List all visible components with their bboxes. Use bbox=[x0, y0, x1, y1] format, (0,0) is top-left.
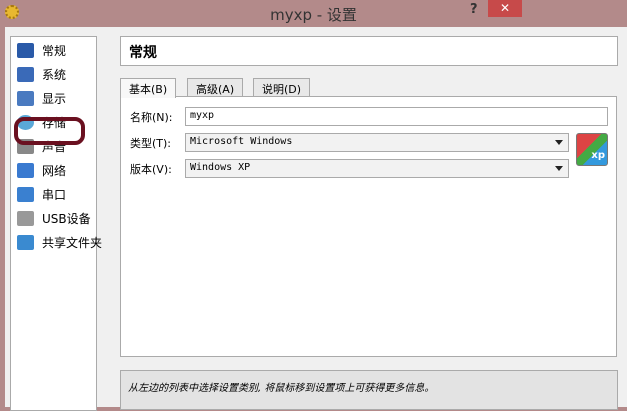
sidebar-item-label: USB设备 bbox=[42, 210, 91, 227]
window-title: myxp - 设置 bbox=[0, 4, 627, 25]
windows-xp-icon: xp bbox=[576, 133, 608, 166]
highlight-annotation bbox=[14, 117, 85, 145]
version-label: 版本(V): bbox=[130, 161, 172, 177]
sidebar-item-0[interactable]: 常规 bbox=[17, 40, 66, 60]
type-select[interactable]: Microsoft Windows bbox=[185, 133, 569, 152]
version-select[interactable]: Windows XP bbox=[185, 159, 569, 178]
network-icon bbox=[17, 163, 34, 178]
sidebar-item-7[interactable]: USB设备 bbox=[17, 208, 91, 228]
sidebar-item-5[interactable]: 网络 bbox=[17, 160, 66, 180]
sidebar-item-6[interactable]: 串口 bbox=[17, 184, 66, 204]
chevron-down-icon bbox=[555, 166, 563, 171]
chip-icon bbox=[17, 67, 34, 82]
display-icon bbox=[17, 91, 34, 106]
sidebar-item-label: 共享文件夹 bbox=[42, 234, 102, 251]
tab-description[interactable]: 说明(D) bbox=[253, 78, 310, 97]
sidebar-item-label: 网络 bbox=[42, 162, 66, 179]
version-value: Windows XP bbox=[190, 162, 250, 173]
type-value: Microsoft Windows bbox=[190, 136, 292, 147]
sidebar-item-label: 系统 bbox=[42, 66, 66, 83]
category-list: 共享文件夹USB设备串口网络声音存储显示系统常规 bbox=[10, 36, 97, 411]
close-button[interactable]: ✕ bbox=[488, 0, 522, 17]
tab-panel: 名称(N): myxp 类型(T): Microsoft Windows 版本(… bbox=[120, 96, 617, 357]
tab-advanced[interactable]: 高级(A) bbox=[187, 78, 243, 97]
sidebar-item-label: 串口 bbox=[42, 186, 66, 203]
folder-icon bbox=[17, 235, 34, 250]
sidebar-item-1[interactable]: 系统 bbox=[17, 64, 66, 84]
sidebar-item-label: 显示 bbox=[42, 90, 66, 107]
title-bar: myxp - 设置 ? ✕ bbox=[0, 0, 627, 27]
info-text: 从左边的列表中选择设置类别, 将鼠标移到设置项上可获得更多信息。 bbox=[120, 370, 618, 410]
tab-basic[interactable]: 基本(B) bbox=[120, 78, 176, 98]
chevron-down-icon bbox=[555, 140, 563, 145]
sidebar-item-2[interactable]: 显示 bbox=[17, 88, 66, 108]
serial-port-icon bbox=[17, 187, 34, 202]
usb-icon bbox=[17, 211, 34, 226]
page-title: 常规 bbox=[120, 36, 618, 66]
sidebar-item-label: 常规 bbox=[42, 42, 66, 59]
help-button[interactable]: ? bbox=[470, 2, 478, 17]
monitor-icon bbox=[17, 43, 34, 58]
settings-dialog: 共享文件夹USB设备串口网络声音存储显示系统常规 常规 基本(B) 高级(A) … bbox=[5, 27, 627, 407]
name-label: 名称(N): bbox=[130, 109, 173, 125]
name-input[interactable]: myxp bbox=[185, 107, 608, 126]
type-label: 类型(T): bbox=[130, 135, 171, 151]
sidebar-item-8[interactable]: 共享文件夹 bbox=[17, 232, 102, 252]
